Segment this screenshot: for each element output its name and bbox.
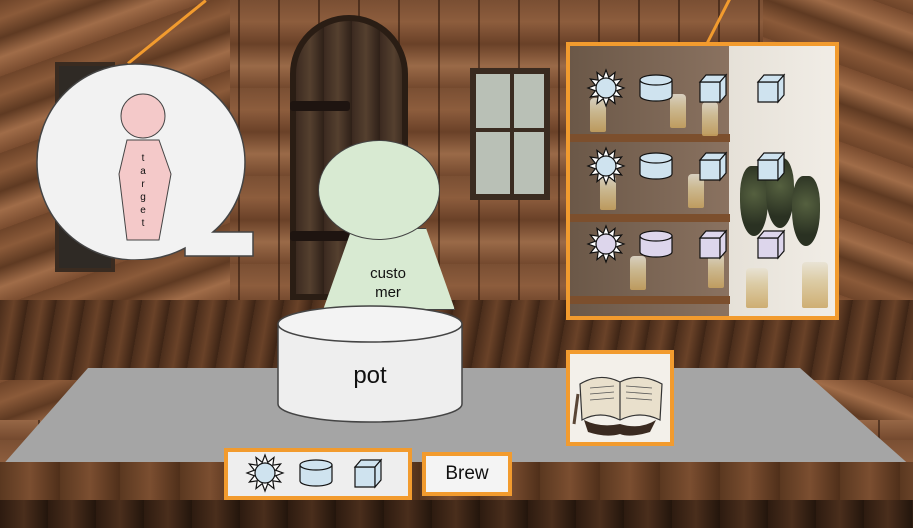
game-scene: t a r g e t custo mer pot Brew [0,0,913,528]
shelf-board [570,214,730,222]
brew-button[interactable]: Brew [422,452,512,496]
cylinder-icon[interactable] [636,224,676,264]
cube-icon[interactable] [750,224,790,264]
hanging-herbs [792,176,820,246]
cube-icon[interactable] [750,146,790,186]
door-hinge [290,231,350,241]
cube-icon[interactable] [692,224,732,264]
cube-icon[interactable] [347,453,387,493]
sun-icon[interactable] [586,146,626,186]
sun-icon[interactable] [586,68,626,108]
customer-head[interactable] [318,140,440,240]
cylinder-icon[interactable] [636,146,676,186]
cube-icon[interactable] [692,146,732,186]
cube-icon[interactable] [750,68,790,108]
cube-icon[interactable] [692,68,732,108]
door-hinge [290,101,350,111]
sun-icon[interactable] [586,224,626,264]
shelf-board [570,296,730,304]
jar [802,262,828,308]
cylinder-icon[interactable] [636,68,676,108]
floor-boards [0,500,913,528]
sun-icon[interactable] [245,453,285,493]
target-label: t a r g e t [140,153,146,229]
window-bar [476,128,544,132]
customer-label: custo mer [370,265,406,301]
target-speech-bubble: t a r g e t [35,62,255,261]
window [470,68,550,200]
cylinder-icon[interactable] [296,453,336,493]
jar [746,268,768,308]
book-icon [572,376,663,436]
window-bar [510,74,514,194]
recipe-book[interactable] [566,350,674,446]
pot-label: pot [353,362,387,389]
